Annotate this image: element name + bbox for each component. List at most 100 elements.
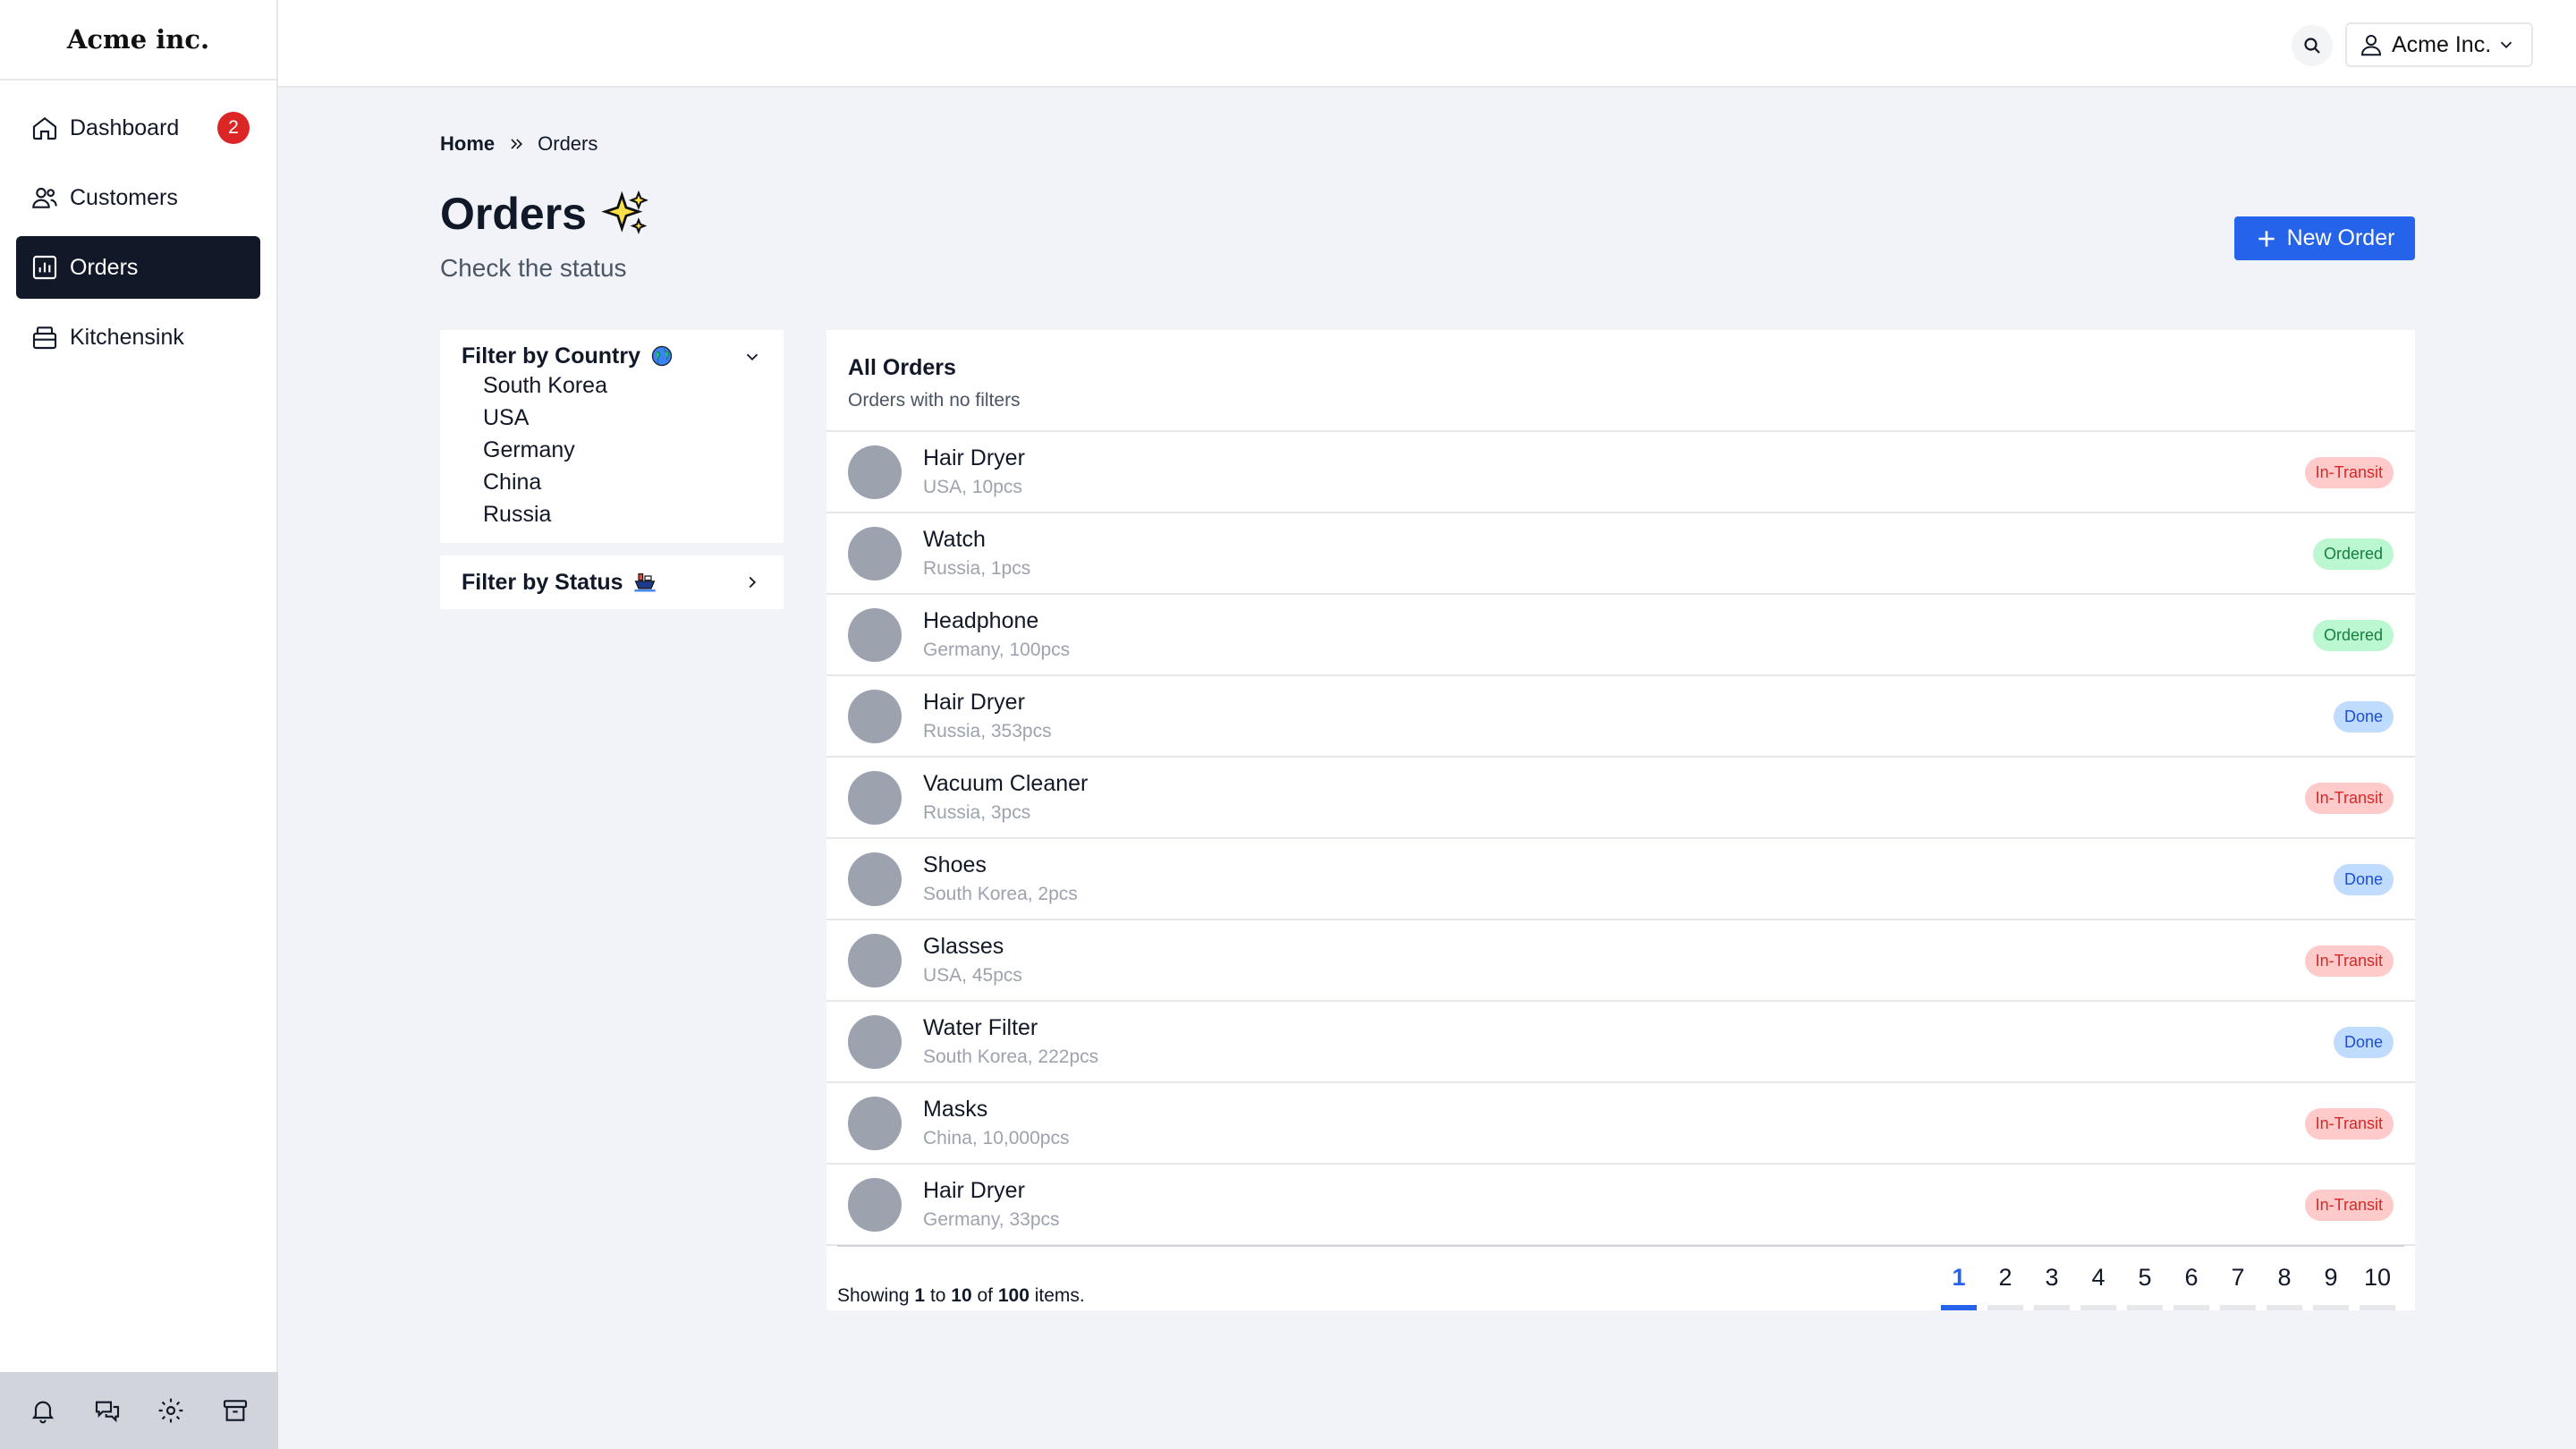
filter-status-label: Filter by Status bbox=[462, 569, 623, 595]
order-name: Hair Dryer bbox=[923, 445, 1025, 470]
summary-to: 10 bbox=[951, 1285, 972, 1306]
account-menu-button[interactable]: Acme Inc. bbox=[2345, 22, 2533, 67]
avatar bbox=[848, 1014, 902, 1069]
new-order-button[interactable]: New Order bbox=[2234, 216, 2415, 260]
globe-icon bbox=[651, 345, 673, 367]
order-meta: Russia, 353pcs bbox=[923, 721, 1052, 741]
country-option-russia[interactable]: Russia bbox=[483, 498, 784, 530]
search-button[interactable] bbox=[2292, 25, 2333, 66]
chat-icon[interactable] bbox=[89, 1393, 125, 1428]
page-title-row: Orders bbox=[440, 188, 651, 240]
table-row[interactable]: Masks China, 10,000pcs In-Transit bbox=[826, 1083, 2415, 1165]
page-button[interactable]: 10 bbox=[2354, 1264, 2401, 1310]
order-info: Hair Dryer USA, 10pcs bbox=[923, 445, 1025, 498]
order-info: Water Filter South Korea, 222pcs bbox=[923, 1015, 1098, 1068]
page-button[interactable]: 6 bbox=[2168, 1264, 2215, 1310]
breadcrumb: Home Orders bbox=[440, 132, 597, 156]
filter-country-panel: Filter by Country South Korea USA German… bbox=[440, 330, 784, 543]
table-row[interactable]: Hair Dryer Russia, 353pcs Done bbox=[826, 676, 2415, 758]
orders-header: All Orders Orders with no filters bbox=[826, 330, 2415, 432]
order-info: Hair Dryer Russia, 353pcs bbox=[923, 690, 1052, 742]
page-button[interactable]: 4 bbox=[2075, 1264, 2122, 1310]
order-info: Vacuum Cleaner Russia, 3pcs bbox=[923, 771, 1088, 824]
order-name: Glasses bbox=[923, 934, 1004, 959]
summary-prefix: Showing bbox=[837, 1285, 910, 1306]
breadcrumb-current: Orders bbox=[538, 132, 598, 155]
status-badge: In-Transit bbox=[2304, 783, 2394, 814]
order-info: Watch Russia, 1pcs bbox=[923, 527, 1030, 580]
orders-title: All Orders bbox=[848, 355, 956, 380]
chevron-right-icon bbox=[749, 576, 757, 589]
avatar bbox=[848, 607, 902, 662]
double-chevron-right-icon bbox=[511, 139, 523, 149]
page-button[interactable]: 5 bbox=[2122, 1264, 2168, 1310]
avatar bbox=[848, 526, 902, 580]
order-info: Glasses USA, 45pcs bbox=[923, 934, 1022, 987]
page-subtitle: Check the status bbox=[440, 254, 627, 282]
sidebar-item-label: Kitchensink bbox=[70, 324, 184, 350]
status-badge: In-Transit bbox=[2304, 1190, 2394, 1221]
archive-box-icon[interactable] bbox=[217, 1393, 253, 1428]
orders-list: Hair Dryer USA, 10pcs In-Transit Watch Russi… bbox=[826, 432, 2415, 1246]
status-badge: In-Transit bbox=[2304, 457, 2394, 488]
order-name: Masks bbox=[923, 1097, 988, 1122]
table-row[interactable]: Water Filter South Korea, 222pcs Done bbox=[826, 1002, 2415, 1083]
page-button[interactable]: 7 bbox=[2215, 1264, 2261, 1310]
country-option-usa[interactable]: USA bbox=[483, 402, 784, 434]
breadcrumb-home[interactable]: Home bbox=[440, 132, 495, 156]
filter-status-panel: Filter by Status bbox=[440, 555, 784, 609]
table-row[interactable]: Hair Dryer Germany, 33pcs In-Transit bbox=[826, 1165, 2415, 1246]
order-meta: Russia, 3pcs bbox=[923, 802, 1031, 823]
sidebar: Acme inc. Dashboard 2 Customers Orders K… bbox=[0, 0, 278, 1449]
filter-country-header[interactable]: Filter by Country bbox=[440, 330, 784, 382]
orders-card: All Orders Orders with no filters Hair D… bbox=[826, 330, 2415, 1310]
order-info: Shoes South Korea, 2pcs bbox=[923, 852, 1078, 905]
order-name: Water Filter bbox=[923, 1015, 1038, 1040]
page-button[interactable]: 1 bbox=[1936, 1264, 1982, 1310]
order-name: Watch bbox=[923, 527, 986, 552]
order-name: Hair Dryer bbox=[923, 1178, 1025, 1203]
country-option-germany[interactable]: Germany bbox=[483, 434, 784, 466]
avatar bbox=[848, 445, 902, 499]
chart-icon bbox=[32, 255, 57, 280]
sidebar-item-orders[interactable]: Orders bbox=[16, 236, 260, 299]
country-option-china[interactable]: China bbox=[483, 466, 784, 498]
filter-status-header[interactable]: Filter by Status bbox=[440, 555, 784, 609]
orders-subtitle: Orders with no filters bbox=[848, 390, 1021, 411]
table-row[interactable]: Vacuum Cleaner Russia, 3pcs In-Transit bbox=[826, 758, 2415, 839]
avatar bbox=[848, 770, 902, 825]
avatar bbox=[848, 933, 902, 987]
plus-icon bbox=[2258, 230, 2275, 247]
table-row[interactable]: Glasses USA, 45pcs In-Transit bbox=[826, 920, 2415, 1002]
summary-from: 1 bbox=[914, 1285, 926, 1306]
order-name: Vacuum Cleaner bbox=[923, 771, 1089, 796]
search-icon bbox=[2304, 38, 2320, 54]
filter-country-label: Filter by Country bbox=[462, 343, 641, 369]
summary-suffix: items. bbox=[1034, 1285, 1085, 1306]
sidebar-item-label: Customers bbox=[70, 184, 178, 210]
bell-icon[interactable] bbox=[25, 1393, 61, 1428]
sidebar-footer bbox=[0, 1372, 278, 1449]
sidebar-item-kitchensink[interactable]: Kitchensink bbox=[16, 306, 260, 369]
table-row[interactable]: Headphone Germany, 100pcs Ordered bbox=[826, 595, 2415, 676]
table-row[interactable]: Hair Dryer USA, 10pcs In-Transit bbox=[826, 432, 2415, 513]
status-badge: Done bbox=[2333, 1027, 2394, 1058]
table-row[interactable]: Watch Russia, 1pcs Ordered bbox=[826, 513, 2415, 595]
gear-icon[interactable] bbox=[153, 1393, 189, 1428]
sidebar-item-customers[interactable]: Customers bbox=[16, 166, 260, 229]
page-button[interactable]: 2 bbox=[1982, 1264, 2029, 1310]
pagination-summary: Showing 1 to 10 of 100 items. bbox=[837, 1285, 1085, 1307]
order-meta: South Korea, 2pcs bbox=[923, 884, 1078, 904]
sidebar-item-dashboard[interactable]: Dashboard 2 bbox=[16, 97, 260, 159]
avatar bbox=[848, 1177, 902, 1232]
page-title: Orders bbox=[440, 189, 587, 239]
page-button[interactable]: 9 bbox=[2308, 1264, 2354, 1310]
page-button[interactable]: 3 bbox=[2029, 1264, 2075, 1310]
order-info: Headphone Germany, 100pcs bbox=[923, 608, 1070, 661]
page-button[interactable]: 8 bbox=[2261, 1264, 2308, 1310]
new-order-label: New Order bbox=[2286, 225, 2395, 250]
account-name: Acme Inc. bbox=[2392, 31, 2492, 57]
order-info: Masks China, 10,000pcs bbox=[923, 1097, 1069, 1149]
table-row[interactable]: Shoes South Korea, 2pcs Done bbox=[826, 839, 2415, 920]
app-logo[interactable]: Acme inc. bbox=[0, 0, 276, 80]
